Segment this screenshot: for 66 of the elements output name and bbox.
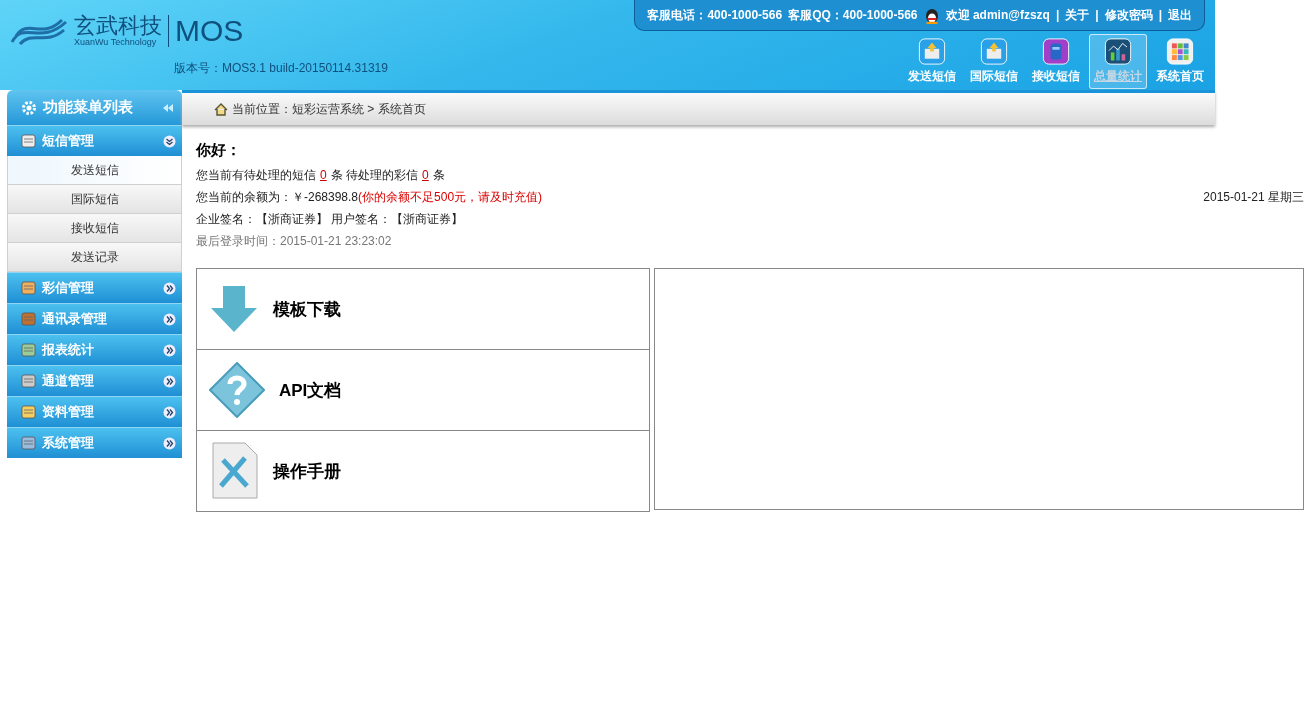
menu-icon — [21, 436, 36, 450]
header-link[interactable]: 修改密码 — [1104, 6, 1153, 24]
collapse-icon[interactable] — [163, 405, 176, 419]
separator-text: | — [1055, 8, 1060, 22]
company-english-name: XuanWu Technology — [74, 37, 158, 47]
menu-icon — [21, 343, 36, 357]
collapse-icon[interactable] — [163, 312, 176, 326]
grid-icon — [1165, 38, 1195, 65]
version-text: 版本号：MOS3.1 build-20150114.31319 — [174, 60, 388, 77]
last-login-text: 最后登录时间：2015-01-21 23:23:02 — [196, 232, 392, 250]
sidebar-title: 功能菜单列表 — [43, 98, 134, 117]
menu-icon — [21, 281, 36, 295]
menu-icon — [21, 312, 36, 326]
welcome-text: 欢迎 admin@fzszq — [945, 6, 1050, 24]
help-icon — [209, 362, 265, 418]
menu-item[interactable]: 国际短信 — [7, 185, 182, 214]
chart-icon — [1103, 38, 1133, 65]
menu-icon — [21, 405, 36, 419]
contact-text: 客服电话：400-1000-566 — [647, 6, 783, 24]
menu-icon — [21, 374, 36, 388]
menu-group-header[interactable]: 通讯录管理 — [7, 303, 182, 334]
expand-icon[interactable] — [163, 134, 176, 148]
menu-group-header[interactable]: 资料管理 — [7, 396, 182, 427]
menu-group-header[interactable]: 通道管理 — [7, 365, 182, 396]
nav-button[interactable]: 发送短信 — [903, 34, 961, 89]
menu-group-header[interactable]: 彩信管理 — [7, 272, 182, 303]
wave-logo-icon — [10, 16, 68, 46]
date-text: 2015-01-21 星期三 — [1203, 188, 1304, 206]
contact-text: 客服QQ：400-1000-566 — [788, 6, 918, 24]
nav-button[interactable]: 系统首页 — [1151, 34, 1209, 89]
menu-icon — [21, 134, 36, 148]
home-icon — [214, 102, 228, 116]
collapse-icon[interactable] — [163, 436, 176, 450]
settings-icon — [21, 99, 37, 116]
balance-text: 您当前的余额为：￥-268398.8(你的余额不足500元，请及时充值) — [196, 188, 543, 206]
product-name: MOS — [175, 14, 244, 48]
tools-document-icon — [209, 442, 259, 500]
nav-button[interactable]: 国际短信 — [965, 34, 1023, 89]
collapse-icon[interactable] — [163, 281, 176, 295]
menu-group-header[interactable]: 报表统计 — [7, 334, 182, 365]
collapse-icon[interactable] — [163, 343, 176, 357]
breadcrumb-text: 当前位置：短彩运营系统 > 系统首页 — [232, 100, 426, 118]
menu-item[interactable]: 发送记录 — [7, 243, 182, 272]
envelope-icon — [979, 38, 1009, 65]
signature-text: 企业签名：【浙商证券】 用户签名：【浙商证券】 — [196, 210, 464, 228]
menu-group-header[interactable]: 系统管理 — [7, 427, 182, 458]
collapse-icon[interactable] — [163, 374, 176, 388]
menu-item[interactable]: 接收短信 — [7, 214, 182, 243]
shortcut-card[interactable]: 操作手册 — [197, 430, 649, 511]
mailbox-icon — [1041, 38, 1071, 65]
greeting-text: 你好： — [196, 141, 242, 160]
header-link[interactable]: 退出 — [1168, 6, 1192, 24]
header-link[interactable]: 关于 — [1065, 6, 1090, 24]
penguin-icon — [923, 6, 940, 24]
pending-text: 您当前有待处理的短信 0 条 待处理的彩信 0 条 — [196, 166, 445, 184]
download-arrow-icon — [209, 286, 259, 332]
shortcut-card[interactable]: API文档 — [197, 349, 649, 430]
separator-text: | — [1158, 8, 1162, 22]
nav-button[interactable]: 总量统计 — [1089, 34, 1147, 89]
company-name: 玄武科技 — [74, 15, 162, 37]
menu-group-header[interactable]: 短信管理 — [7, 125, 182, 156]
separator-text: | — [1095, 8, 1099, 22]
menu-item[interactable]: 发送短信 — [7, 156, 182, 185]
shortcut-card[interactable]: 模板下载 — [197, 269, 649, 349]
envelope-icon — [917, 38, 947, 65]
nav-button[interactable]: 接收短信 — [1027, 34, 1085, 89]
